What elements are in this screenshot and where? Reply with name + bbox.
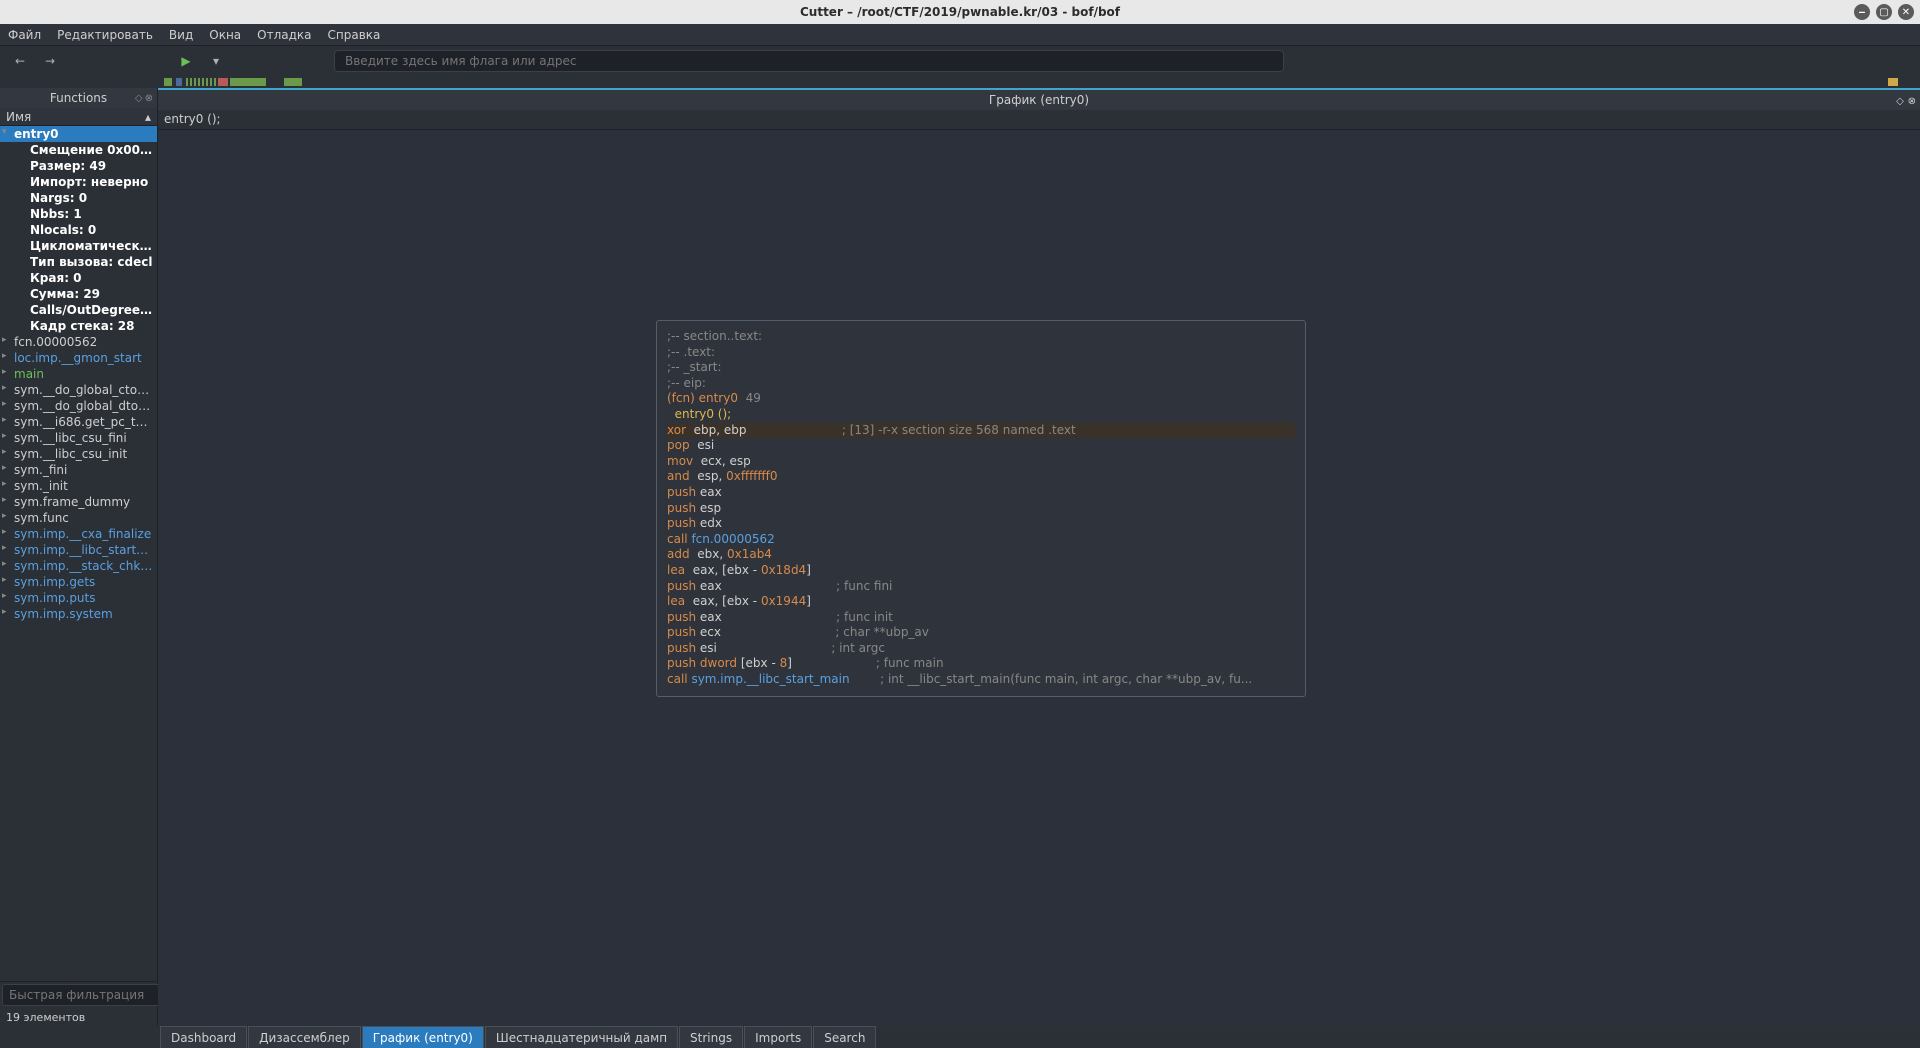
- menu-view[interactable]: Вид: [169, 28, 193, 42]
- function-detail: Смещение 0x00000...: [0, 142, 157, 158]
- tab-search[interactable]: Search: [813, 1026, 876, 1048]
- functions-status: 19 элементов: [0, 1008, 157, 1026]
- graph-panel: График (entry0) ◇ ⊗ entry0 (); ;-- secti…: [158, 88, 1920, 1026]
- forward-icon[interactable]: →: [38, 49, 62, 73]
- function-item[interactable]: ▸sym._init: [0, 478, 157, 494]
- function-item[interactable]: ▸sym.__do_global_dtors_aux: [0, 398, 157, 414]
- minimize-icon[interactable]: ‒: [1854, 4, 1870, 20]
- function-item[interactable]: ▸sym.imp.__libc_start_main: [0, 542, 157, 558]
- maximize-icon[interactable]: ▢: [1876, 4, 1892, 20]
- overview-strip[interactable]: [4, 76, 1916, 88]
- graph-function-label: entry0 ();: [158, 110, 1920, 130]
- function-item[interactable]: ▸sym.__libc_csu_fini: [0, 430, 157, 446]
- function-item[interactable]: ▸sym.__do_global_ctors_aux: [0, 382, 157, 398]
- back-icon[interactable]: ←: [8, 49, 32, 73]
- function-item[interactable]: ▸sym.imp.system: [0, 606, 157, 622]
- toolbar: ← → ▶ ▾: [0, 46, 1920, 76]
- functions-title-label: Functions: [50, 91, 107, 105]
- bottom-tabs: Dashboard Дизассемблер График (entry0) Ш…: [0, 1026, 1920, 1048]
- graph-node-entry0[interactable]: ;-- section..text: ;-- .text: ;-- _start…: [656, 320, 1306, 697]
- function-detail: Тип вызова: cdecl: [0, 254, 157, 270]
- tab-graph[interactable]: График (entry0): [362, 1026, 484, 1048]
- sort-arrow-icon: ▴: [145, 110, 151, 124]
- close-icon[interactable]: ✕: [1898, 4, 1914, 20]
- function-item[interactable]: ▸sym.__libc_csu_init: [0, 446, 157, 462]
- window-controls: ‒ ▢ ✕: [1854, 4, 1914, 20]
- function-item[interactable]: ▸sym.func: [0, 510, 157, 526]
- play-dropdown-icon[interactable]: ▾: [204, 49, 228, 73]
- menu-help[interactable]: Справка: [328, 28, 381, 42]
- functions-panel: Functions ◇ ⊗ Имя ▴ ▾entry0 Смещение 0x0…: [0, 88, 158, 1026]
- functions-tree[interactable]: ▾entry0 Смещение 0x00000... Размер: 49 И…: [0, 126, 157, 981]
- function-detail: Nargs: 0: [0, 190, 157, 206]
- graph-canvas[interactable]: ;-- section..text: ;-- .text: ;-- _start…: [158, 130, 1920, 1026]
- menu-debug[interactable]: Отладка: [257, 28, 311, 42]
- function-detail: Calls/OutDegree: 2: [0, 302, 157, 318]
- menu-file[interactable]: Файл: [8, 28, 41, 42]
- graph-panel-title: График (entry0) ◇ ⊗: [158, 90, 1920, 110]
- function-item[interactable]: ▸sym.imp.puts: [0, 590, 157, 606]
- function-detail: Nlocals: 0: [0, 222, 157, 238]
- main-area: Functions ◇ ⊗ Имя ▴ ▾entry0 Смещение 0x0…: [0, 88, 1920, 1026]
- titlebar: Cutter – /root/CTF/2019/pwnable.kr/03 - …: [0, 0, 1920, 24]
- play-icon[interactable]: ▶: [174, 49, 198, 73]
- function-detail: Края: 0: [0, 270, 157, 286]
- function-item[interactable]: ▸sym.imp.gets: [0, 574, 157, 590]
- function-item[interactable]: ▸sym._fini: [0, 462, 157, 478]
- tab-strings[interactable]: Strings: [679, 1026, 743, 1048]
- quick-filter-input[interactable]: [2, 984, 166, 1006]
- function-detail: Цикломатическая с...: [0, 238, 157, 254]
- filter-row: X: [0, 981, 157, 1008]
- function-item[interactable]: ▸sym.imp.__cxa_finalize: [0, 526, 157, 542]
- menu-windows[interactable]: Окна: [209, 28, 241, 42]
- function-item[interactable]: ▸sym.imp.__stack_chk_fail: [0, 558, 157, 574]
- column-name-label: Имя: [6, 110, 31, 124]
- panel-undock-icon[interactable]: ◇: [1896, 96, 1904, 107]
- function-detail: Кадр стека: 28: [0, 318, 157, 334]
- tab-dashboard[interactable]: Dashboard: [160, 1026, 247, 1048]
- function-detail: Размер: 49: [0, 158, 157, 174]
- function-item[interactable]: ▸loc.imp.__gmon_start: [0, 350, 157, 366]
- window-title: Cutter – /root/CTF/2019/pwnable.kr/03 - …: [800, 5, 1120, 19]
- function-item[interactable]: ▸sym.frame_dummy: [0, 494, 157, 510]
- menubar: Файл Редактировать Вид Окна Отладка Спра…: [0, 24, 1920, 46]
- function-item[interactable]: ▸main: [0, 366, 157, 382]
- functions-panel-title: Functions ◇ ⊗: [0, 88, 157, 108]
- functions-column-header[interactable]: Имя ▴: [0, 108, 157, 126]
- function-item-entry0[interactable]: ▾entry0: [0, 126, 157, 142]
- panel-close-icon[interactable]: ⊗: [1908, 96, 1916, 107]
- tab-disassembler[interactable]: Дизассемблер: [248, 1026, 361, 1048]
- flag-address-input[interactable]: [334, 50, 1284, 72]
- function-item[interactable]: ▸fcn.00000562: [0, 334, 157, 350]
- tab-imports[interactable]: Imports: [744, 1026, 812, 1048]
- function-detail: Сумма: 29: [0, 286, 157, 302]
- panel-undock-icon[interactable]: ◇: [135, 93, 143, 104]
- function-item[interactable]: ▸sym.__i686.get_pc_thunk.bx: [0, 414, 157, 430]
- panel-close-icon[interactable]: ⊗: [145, 93, 153, 104]
- tab-hexdump[interactable]: Шестнадцатеричный дамп: [485, 1026, 678, 1048]
- function-detail: Импорт: неверно: [0, 174, 157, 190]
- menu-edit[interactable]: Редактировать: [57, 28, 153, 42]
- function-detail: Nbbs: 1: [0, 206, 157, 222]
- graph-title-label: График (entry0): [989, 93, 1089, 107]
